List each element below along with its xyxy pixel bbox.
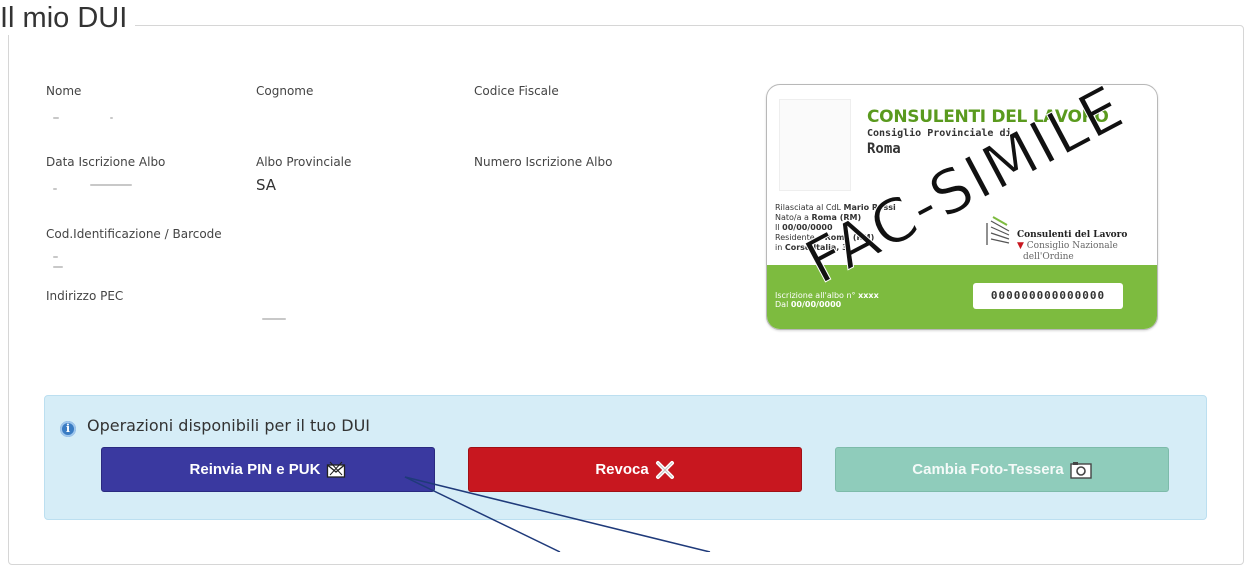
numero-iscrizione-label: Numero Iscrizione Albo	[474, 155, 613, 169]
card-barcode-number: 000000000000000	[973, 283, 1123, 309]
pec-label: Indirizzo PEC	[46, 289, 124, 303]
reinvia-pin-puk-button[interactable]: Reinvia PIN e PUK	[101, 447, 435, 492]
nome-value-redacted-2	[110, 117, 113, 119]
barcode-redacted	[53, 256, 58, 258]
data-iscrizione-label: Data Iscrizione Albo	[46, 155, 166, 169]
section-title: Il mio DUI	[0, 2, 136, 35]
nome-value-redacted	[53, 117, 59, 119]
info-circle-icon: i	[60, 421, 76, 437]
cambia-foto-label: Cambia Foto-Tessera	[912, 461, 1064, 478]
operations-panel: i Operazioni disponibili per il tuo DUI …	[44, 395, 1207, 520]
barcode-redacted-2	[53, 266, 63, 268]
card-org-line3: dell'Ordine	[1023, 252, 1074, 262]
card-org-line2: ▼ Consiglio Nazionale	[1017, 241, 1118, 251]
albo-provinciale-label: Albo Provinciale	[256, 155, 352, 169]
card-org-line1: Consulenti del Lavoro	[1017, 230, 1128, 240]
close-x-icon	[655, 460, 675, 480]
cnl-logo-icon	[986, 216, 1010, 245]
card-photo-placeholder	[779, 99, 851, 191]
card-city: Roma	[867, 141, 901, 157]
pec-redacted	[262, 318, 286, 320]
card-dal: Dal 00/00/0000	[775, 300, 842, 309]
revoca-button[interactable]: Revoca	[468, 447, 802, 492]
operations-title: Operazioni disponibili per il tuo DUI	[87, 416, 371, 435]
cognome-label: Cognome	[256, 84, 314, 98]
revoca-label: Revoca	[595, 461, 649, 478]
cod-identificazione-label: Cod.Identificazione / Barcode	[46, 227, 222, 241]
reinvia-label: Reinvia PIN e PUK	[189, 461, 321, 478]
camera-icon	[1070, 461, 1092, 479]
envelope-icon	[326, 461, 346, 479]
albo-provinciale-value: SA	[256, 176, 277, 194]
data-iscrizione-redacted	[53, 188, 57, 190]
data-iscrizione-redacted-2	[90, 184, 132, 186]
cambia-foto-tessera-button[interactable]: Cambia Foto-Tessera	[835, 447, 1169, 492]
nome-label: Nome	[46, 84, 82, 98]
codice-fiscale-label: Codice Fiscale	[474, 84, 559, 98]
